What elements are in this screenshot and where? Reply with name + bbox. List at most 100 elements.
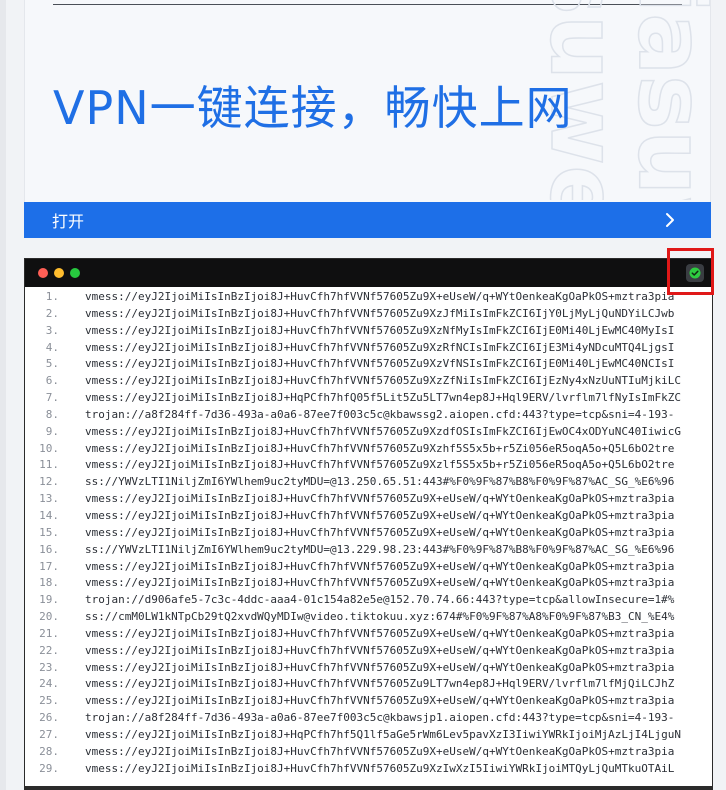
line-number: 21. <box>39 626 59 640</box>
line-number: 11. <box>39 458 59 472</box>
code-line: 6. vmess://eyJ2IjoiMiIsInBzIjoi8J+HuvCfh7… <box>25 373 712 390</box>
code-line: 27. vmess://eyJ2IjoiMiIsInBzIjoi8J+HqPCfh… <box>25 727 712 744</box>
line-number: 1. <box>45 290 59 303</box>
watermark-text-2: jiasuw <box>617 0 711 200</box>
code-line: 12. ss://YWVzLTI1NiljZmI6YWlhem9uc2tyMDU=… <box>25 474 712 491</box>
code-line: 15. vmess://eyJ2IjoiMiIsInBzIjoi8J+HuvCfh… <box>25 525 712 542</box>
code-terminal: 1. vmess://eyJ2IjoiMiIsInBzIjoi8J+HuvCfh7… <box>24 258 713 790</box>
line-number: 17. <box>39 559 59 573</box>
line-number: 6. <box>45 374 59 388</box>
line-number: 27. <box>39 727 59 741</box>
open-button[interactable]: 打开 <box>24 202 711 238</box>
line-text: vmess://eyJ2IjoiMiIsInBzIjoi8J+HuvCfh7hf… <box>85 744 675 758</box>
code-line: 9. vmess://eyJ2IjoiMiIsInBzIjoi8J+HuvCfh7… <box>25 424 712 441</box>
code-line: 10. vmess://eyJ2IjoiMiIsInBzIjoi8J+HuvCfh… <box>25 441 712 458</box>
code-line: 19. trojan://d906afe5-7c3c-4ddc-aaa4-01c1… <box>25 592 712 609</box>
line-number: 25. <box>39 694 59 708</box>
line-text: trojan://d906afe5-7c3c-4ddc-aaa4-01c154a… <box>85 593 675 607</box>
line-text: ss://cmM0LW1kNTpCb29tQ2xvdWQyMDIw@video.… <box>85 610 675 624</box>
line-text: vmess://eyJ2IjoiMiIsInBzIjoi8J+HuvCfh7hf… <box>85 643 675 657</box>
line-text: vmess://eyJ2IjoiMiIsInBzIjoi8J+HuvCfh7hf… <box>85 576 675 590</box>
line-text: vmess://eyJ2IjoiMiIsInBzIjoi8J+HuvCfh7hf… <box>85 323 675 337</box>
line-text: trojan://a8f284ff-7d36-493a-a0a6-87ee7f0… <box>85 407 675 421</box>
line-number: 19. <box>39 593 59 607</box>
code-line: 24. vmess://eyJ2IjoiMiIsInBzIjoi8J+HuvCfh… <box>25 676 712 693</box>
line-text: vmess://eyJ2IjoiMiIsInBzIjoi8J+HuvCfh7hf… <box>85 761 675 775</box>
line-number: 7. <box>45 391 59 405</box>
code-line: 29. vmess://eyJ2IjoiMiIsInBzIjoi8J+HuvCfh… <box>25 761 712 778</box>
terminal-titlebar <box>25 259 712 287</box>
line-text: trojan://a8f284ff-7d36-493a-a0a6-87ee7f0… <box>85 711 675 725</box>
code-line: 22. vmess://eyJ2IjoiMiIsInBzIjoi8J+HuvCfh… <box>25 643 712 660</box>
green-dot-icon <box>70 268 80 278</box>
code-content: 1. vmess://eyJ2IjoiMiIsInBzIjoi8J+HuvCfh7… <box>25 288 712 789</box>
line-number: 13. <box>39 492 59 506</box>
line-text: vmess://eyJ2IjoiMiIsInBzIjoi8J+HuvCfh7hf… <box>85 508 675 522</box>
terminal-bottom-edge <box>24 786 713 790</box>
code-line: 13. vmess://eyJ2IjoiMiIsInBzIjoi8J+HuvCfh… <box>25 491 712 508</box>
code-line: 17. vmess://eyJ2IjoiMiIsInBzIjoi8J+HuvCfh… <box>25 559 712 576</box>
line-text: vmess://eyJ2IjoiMiIsInBzIjoi8J+HuvCfh7hf… <box>85 492 675 506</box>
code-line: 1. vmess://eyJ2IjoiMiIsInBzIjoi8J+HuvCfh7… <box>25 289 712 306</box>
code-line: 14. vmess://eyJ2IjoiMiIsInBzIjoi8J+HuvCfh… <box>25 508 712 525</box>
line-number: 4. <box>45 340 59 354</box>
red-dot-icon <box>38 268 48 278</box>
code-line: 8. trojan://a8f284ff-7d36-493a-a0a6-87ee7… <box>25 407 712 424</box>
line-number: 24. <box>39 677 59 691</box>
line-number: 3. <box>45 323 59 337</box>
line-number: 18. <box>39 576 59 590</box>
code-line: 7. vmess://eyJ2IjoiMiIsInBzIjoi8J+HqPCfh7… <box>25 390 712 407</box>
code-line: 20. ss://cmM0LW1kNTpCb29tQ2xvdWQyMDIw@vid… <box>25 609 712 626</box>
line-text: ss://YWVzLTI1NiljZmI6YWlhem9uc2tyMDU=@13… <box>85 542 675 556</box>
code-line: 18. vmess://eyJ2IjoiMiIsInBzIjoi8J+HuvCfh… <box>25 575 712 592</box>
line-text: vmess://eyJ2IjoiMiIsInBzIjoi8J+HqPCfh7hf… <box>85 727 682 741</box>
line-number: 26. <box>39 711 59 725</box>
line-number: 23. <box>39 660 59 674</box>
line-text: vmess://eyJ2IjoiMiIsInBzIjoi8J+HuvCfh7hf… <box>85 441 675 455</box>
line-text: vmess://eyJ2IjoiMiIsInBzIjoi8J+HuvCfh7hf… <box>85 458 675 472</box>
line-number: 8. <box>45 407 59 421</box>
code-line: 21. vmess://eyJ2IjoiMiIsInBzIjoi8J+HuvCfh… <box>25 626 712 643</box>
line-text: vmess://eyJ2IjoiMiIsInBzIjoi8J+HqPCfh7hf… <box>85 391 682 405</box>
hero-title: VPN一键连接，畅快上网 <box>53 81 573 135</box>
code-line: 23. vmess://eyJ2IjoiMiIsInBzIjoi8J+HuvCfh… <box>25 660 712 677</box>
line-text: vmess://eyJ2IjoiMiIsInBzIjoi8J+HuvCfh7hf… <box>85 559 675 573</box>
line-number: 29. <box>39 761 59 775</box>
code-line: 28. vmess://eyJ2IjoiMiIsInBzIjoi8J+HuvCfh… <box>25 744 712 761</box>
line-text: vmess://eyJ2IjoiMiIsInBzIjoi8J+HuvCfh7hf… <box>85 660 675 674</box>
line-number: 5. <box>45 357 59 371</box>
code-line: 25. vmess://eyJ2IjoiMiIsInBzIjoi8J+HuvCfh… <box>25 693 712 710</box>
line-text: ss://YWVzLTI1NiljZmI6YWlhem9uc2tyMDU=@13… <box>85 475 675 489</box>
code-line: 2. vmess://eyJ2IjoiMiIsInBzIjoi8J+HuvCfh7… <box>25 306 712 323</box>
line-number: 2. <box>45 306 59 320</box>
open-button-label: 打开 <box>52 212 85 231</box>
code-line: 5. vmess://eyJ2IjoiMiIsInBzIjoi8J+HuvCfh7… <box>25 356 712 373</box>
line-text: vmess://eyJ2IjoiMiIsInBzIjoi8J+HuvCfh7hf… <box>85 677 675 691</box>
line-text: vmess://eyJ2IjoiMiIsInBzIjoi8J+HuvCfh7hf… <box>85 357 675 371</box>
line-number: 15. <box>39 525 59 539</box>
copy-button-highlight <box>667 248 714 295</box>
line-number: 12. <box>39 475 59 489</box>
line-text: vmess://eyJ2IjoiMiIsInBzIjoi8J+HuvCfh7hf… <box>85 694 675 708</box>
yellow-dot-icon <box>54 268 64 278</box>
line-text: vmess://eyJ2IjoiMiIsInBzIjoi8J+HuvCfh7hf… <box>85 290 675 303</box>
line-number: 16. <box>39 542 59 556</box>
line-text: vmess://eyJ2IjoiMiIsInBzIjoi8J+HuvCfh7hf… <box>85 340 675 354</box>
line-text: vmess://eyJ2IjoiMiIsInBzIjoi8J+HuvCfh7hf… <box>85 525 675 539</box>
chevron-right-icon <box>666 213 674 227</box>
line-text: vmess://eyJ2IjoiMiIsInBzIjoi8J+HuvCfh7hf… <box>85 374 682 388</box>
code-line: 4. vmess://eyJ2IjoiMiIsInBzIjoi8J+HuvCfh7… <box>25 340 712 357</box>
page-left-edge <box>0 0 6 790</box>
line-text: vmess://eyJ2IjoiMiIsInBzIjoi8J+HuvCfh7hf… <box>85 424 682 438</box>
line-text: vmess://eyJ2IjoiMiIsInBzIjoi8J+HuvCfh7hf… <box>85 306 675 320</box>
line-number: 28. <box>39 744 59 758</box>
line-number: 20. <box>39 610 59 624</box>
line-number: 9. <box>45 424 59 438</box>
line-number: 22. <box>39 643 59 657</box>
line-text: vmess://eyJ2IjoiMiIsInBzIjoi8J+HuvCfh7hf… <box>85 626 675 640</box>
code-line: 3. vmess://eyJ2IjoiMiIsInBzIjoi8J+HuvCfh7… <box>25 323 712 340</box>
code-line: 16. ss://YWVzLTI1NiljZmI6YWlhem9uc2tyMDU=… <box>25 542 712 559</box>
line-number: 14. <box>39 508 59 522</box>
code-line: 26. trojan://a8f284ff-7d36-493a-a0a6-87ee… <box>25 710 712 727</box>
line-number: 10. <box>39 441 59 455</box>
